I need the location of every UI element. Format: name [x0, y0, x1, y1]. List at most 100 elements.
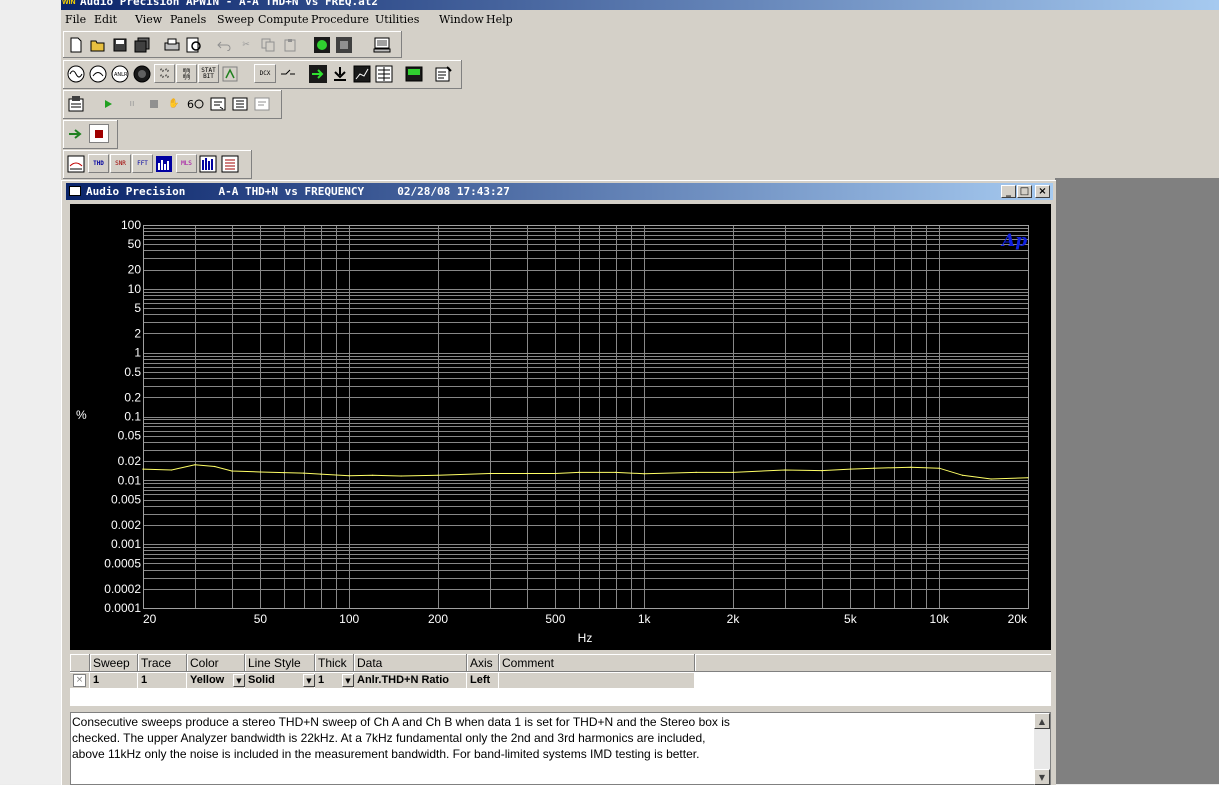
menu-utilities[interactable]: Utilities [375, 13, 419, 26]
mls-test-icon[interactable]: MLS [176, 154, 197, 173]
cut-icon[interactable]: ✂ [236, 35, 256, 54]
snr-test-icon[interactable]: SNR [110, 154, 131, 173]
macro-panel-icon[interactable] [66, 94, 86, 113]
x-tick-label: 1k [638, 612, 652, 626]
toolbar-standard: ✂ [63, 31, 402, 58]
data-point [910, 466, 912, 468]
comment-box[interactable]: Consecutive sweeps produce a stereo THD+… [70, 712, 1051, 785]
new-file-icon[interactable] [66, 35, 86, 54]
cell-sweep[interactable]: 1 [90, 673, 138, 688]
step-into-icon[interactable] [208, 94, 228, 113]
thd-test-icon[interactable]: THD [88, 154, 109, 173]
attach-green-icon[interactable] [308, 64, 328, 83]
pause-icon[interactable]: ıı [122, 94, 142, 113]
comment-scrollbar[interactable]: ▲ ▼ [1034, 713, 1050, 785]
open-folder-icon[interactable] [88, 35, 108, 54]
color-dropdown-icon[interactable]: ▼ [233, 674, 245, 687]
app-title-bar[interactable]: WIN Audio Precision APWIN - A-A THD+N vs… [61, 0, 1219, 10]
undo-icon[interactable] [214, 35, 234, 54]
play-icon[interactable] [98, 94, 118, 113]
header-axis: Axis [467, 654, 499, 672]
freq-response-icon[interactable] [66, 154, 86, 173]
data-point [142, 468, 144, 470]
graph-window-title-bar[interactable]: Audio Precision A-A THD+N vs FREQUENCY 0… [66, 183, 1053, 200]
y-tick-label: 0.005 [111, 493, 141, 507]
report-icon[interactable] [220, 154, 240, 173]
menu-panels[interactable]: Panels [170, 13, 206, 26]
data-point [302, 472, 305, 474]
regulation-panel-icon[interactable]: ɱɱ ɱɱ [176, 64, 197, 83]
y-tick-label: 0.1 [124, 410, 141, 424]
stop-sweep-icon[interactable] [334, 35, 354, 54]
step-out-icon[interactable] [252, 94, 272, 113]
data-point [259, 471, 261, 473]
data-point [873, 467, 875, 469]
audio-switch-icon[interactable] [220, 64, 240, 83]
thick-dropdown-icon[interactable]: ▼ [342, 674, 354, 687]
y-axis-label: % [76, 408, 87, 422]
go-green-icon[interactable] [312, 35, 332, 54]
menu-sweep[interactable]: Sweep [217, 13, 254, 26]
run-arrow-icon[interactable] [66, 124, 86, 143]
menu-view[interactable]: View [135, 13, 162, 26]
y-tick-label: 0.01 [118, 473, 142, 487]
generator-sine-icon[interactable] [66, 64, 86, 83]
comment-line-3: above 11kHz only the noise is included i… [72, 747, 700, 761]
scroll-up-icon[interactable]: ▲ [1034, 713, 1050, 729]
copy-icon[interactable] [258, 35, 278, 54]
ap-logo: Ap [1000, 231, 1027, 251]
menu-file[interactable]: File [65, 13, 86, 26]
cell-comment[interactable] [499, 673, 695, 688]
cell-trace[interactable]: 1 [138, 673, 187, 688]
y-tick-label: 0.002 [111, 518, 141, 532]
scroll-down-icon[interactable]: ▼ [1034, 769, 1050, 785]
data-point [320, 473, 322, 475]
data-point [695, 471, 697, 473]
analyzer-anlr-icon[interactable]: ANLR [110, 64, 130, 83]
minimize-button[interactable]: _ [1001, 185, 1016, 198]
paste-icon[interactable] [280, 35, 300, 54]
data-list-icon[interactable] [374, 64, 394, 83]
switcher-icon[interactable] [278, 64, 298, 83]
notes-edit-icon[interactable] [434, 64, 454, 83]
graph-panel-icon[interactable] [352, 64, 372, 83]
menu-procedure[interactable]: Procedure [311, 13, 369, 26]
halt-icon[interactable] [89, 124, 109, 143]
print-icon[interactable] [162, 35, 182, 54]
data-point [784, 469, 786, 471]
watch-variable-icon[interactable]: 6 [186, 94, 206, 113]
trace-enable-checkbox[interactable]: × [70, 673, 90, 688]
computer-icon[interactable] [372, 35, 392, 54]
fft-test-icon[interactable]: FFT [132, 154, 153, 173]
lcd-display-icon[interactable] [404, 64, 424, 83]
close-button[interactable]: × [1035, 185, 1050, 198]
menu-edit[interactable]: Edit [94, 13, 117, 26]
y-tick-label: 0.05 [118, 429, 142, 443]
digital-io-icon[interactable] [132, 64, 152, 83]
spectrum-icon[interactable] [154, 154, 174, 173]
line-style-dropdown-icon[interactable]: ▼ [303, 674, 315, 687]
dcx-panel-icon[interactable]: DCX [254, 64, 276, 83]
save-icon[interactable] [110, 35, 130, 54]
restore-button[interactable]: □ [1017, 185, 1032, 198]
data-point [348, 475, 350, 477]
menu-help[interactable]: Help [486, 13, 513, 26]
step-over-icon[interactable] [230, 94, 250, 113]
attach-down-icon[interactable] [330, 64, 350, 83]
analyzer-meter-icon[interactable] [88, 64, 108, 83]
cell-data[interactable]: Anlr.THD+N Ratio [354, 673, 467, 688]
status-bit-icon[interactable]: STAT BIT [198, 64, 219, 83]
print-preview-icon[interactable] [184, 35, 204, 54]
menu-compute[interactable]: Compute [258, 13, 309, 26]
menu-window[interactable]: Window [439, 13, 484, 26]
sweep-panel-icon[interactable]: ∿∿ ∿∿ [154, 64, 175, 83]
data-point [962, 474, 964, 476]
header-thick: Thick [315, 654, 354, 672]
save-all-icon[interactable] [132, 35, 152, 54]
graph-window: Audio Precision A-A THD+N vs FREQUENCY 0… [61, 180, 1056, 785]
bargraph-icon[interactable] [198, 154, 218, 173]
graph-area[interactable]: 100 50 20 10 5 2 1 0.5 0.2 0.1 0.05 0.02 0.01 0.005 0.… [70, 204, 1051, 650]
stop-icon[interactable] [144, 94, 164, 113]
cell-axis[interactable]: Left [467, 673, 499, 688]
hand-icon[interactable]: ✋ [164, 94, 184, 113]
